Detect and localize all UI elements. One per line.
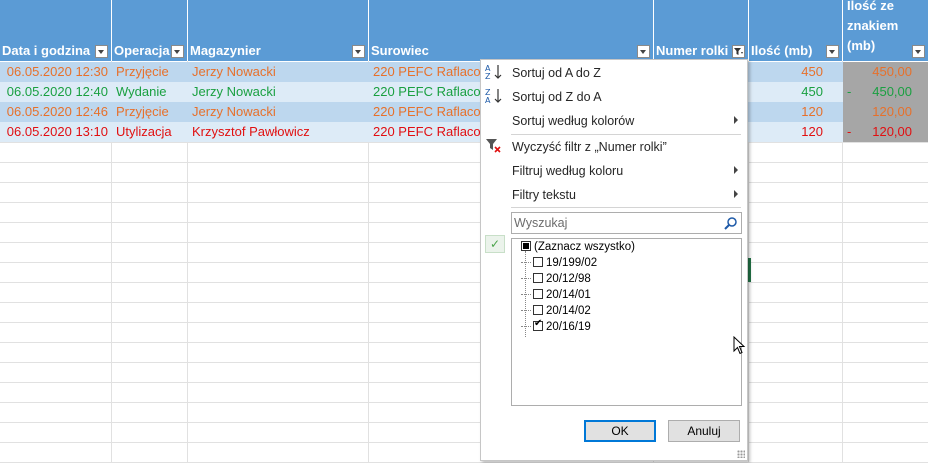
checkbox[interactable] — [521, 241, 531, 251]
cell-signed-quantity[interactable]: 450,00 — [843, 62, 916, 82]
cancel-button[interactable]: Anuluj — [668, 420, 740, 442]
cell-date[interactable]: 06.05.2020 13:10 — [0, 122, 112, 142]
cell-material[interactable]: 220 PEFC Raflacoa — [369, 62, 481, 82]
table-row[interactable]: 06.05.2020 12:30 Przyjęcie Jerzy Nowacki… — [0, 62, 928, 82]
menu-separator — [511, 207, 741, 208]
column-header-date: Data i godzina — [0, 0, 112, 61]
checkbox[interactable] — [533, 318, 543, 331]
column-header-material: Surowiec — [369, 0, 654, 61]
column-header-roll-number: Numer rolki — [654, 0, 749, 61]
filter-value-list[interactable]: (Zaznacz wszystko) 19/199/02 20/12/98 20… — [511, 238, 742, 406]
checkbox[interactable] — [533, 273, 543, 283]
list-item[interactable]: 20/12/98 — [521, 273, 591, 289]
submenu-arrow-icon — [734, 166, 738, 174]
column-header-quantity: Ilość (mb) — [749, 0, 843, 61]
list-item[interactable]: 20/14/01 — [521, 289, 591, 305]
menu-filter-by-color[interactable]: Filtruj według koloru — [512, 164, 623, 178]
ok-button[interactable]: OK — [584, 420, 656, 442]
list-item-label: 20/16/19 — [546, 321, 591, 333]
column-header-signed-quantity: Ilość ze znakiem (mb) — [843, 0, 928, 61]
search-placeholder: Wyszukaj — [514, 216, 568, 230]
sort-ascending-icon: AZ — [485, 63, 503, 81]
cell-operation[interactable]: Przyjęcie — [112, 62, 188, 82]
column-header-warehouseman: Magazynier — [188, 0, 369, 61]
worksheet-grid[interactable]: Data i godzina Operacja Magazynier Surow… — [0, 0, 928, 463]
autofilter-menu: AZ Sortuj od A do Z ZA Sortuj od Z do A … — [480, 59, 748, 461]
header-label: Operacja — [114, 43, 170, 58]
cell-material[interactable]: 220 PEFC Raflacoa — [369, 82, 481, 102]
cell-date[interactable]: 06.05.2020 12:46 — [0, 102, 112, 122]
list-item[interactable]: 19/199/02 — [521, 257, 597, 273]
cell-signed-quantity[interactable]: 450,00 — [843, 82, 916, 102]
table-row[interactable]: 06.05.2020 12:40 Wydanie Jerzy Nowacki 2… — [0, 82, 928, 102]
svg-text:A: A — [485, 96, 491, 105]
menu-text-filters[interactable]: Filtry tekstu — [512, 188, 576, 202]
cell-quantity[interactable]: 450 — [749, 62, 827, 82]
checkbox[interactable] — [533, 305, 543, 315]
sort-descending-icon: ZA — [485, 87, 503, 105]
filter-dropdown-button[interactable] — [95, 45, 108, 58]
menu-sort-za[interactable]: Sortuj od Z do A — [512, 90, 602, 104]
menu-clear-filter[interactable]: Wyczyść filtr z „Numer rolki” — [512, 140, 667, 154]
submenu-arrow-icon — [734, 116, 738, 124]
submenu-arrow-icon — [734, 190, 738, 198]
table-row[interactable]: 06.05.2020 12:46 Przyjęcie Jerzy Nowacki… — [0, 102, 928, 122]
filter-dropdown-button[interactable] — [912, 45, 925, 58]
list-item-label: 20/14/01 — [546, 289, 591, 301]
cell-signed-quantity[interactable]: 120,00 — [843, 122, 916, 142]
list-item[interactable]: 20/14/02 — [521, 305, 591, 321]
search-icon — [724, 217, 737, 230]
cell-operation[interactable]: Utylizacja — [112, 122, 188, 142]
header-label: Magazynier — [190, 43, 261, 58]
filter-dropdown-button[interactable] — [826, 45, 839, 58]
cell-operation[interactable]: Wydanie — [112, 82, 188, 102]
list-item-label: 20/14/02 — [546, 305, 591, 317]
svg-text:Z: Z — [485, 72, 491, 81]
menu-separator — [511, 134, 741, 135]
list-item-select-all[interactable]: (Zaznacz wszystko) — [521, 241, 635, 257]
header-label: Data i godzina — [2, 43, 91, 58]
cell-quantity[interactable]: 120 — [749, 122, 827, 142]
cell-user[interactable]: Krzysztof Pawłowicz — [188, 122, 369, 142]
cell-user[interactable]: Jerzy Nowacki — [188, 62, 369, 82]
cell-operation[interactable]: Przyjęcie — [112, 102, 188, 122]
cell-date[interactable]: 06.05.2020 12:30 — [0, 62, 112, 82]
cell-quantity[interactable]: 450 — [749, 82, 827, 102]
filter-dropdown-button[interactable] — [637, 45, 650, 58]
cell-user[interactable]: Jerzy Nowacki — [188, 82, 369, 102]
filter-search-input[interactable]: Wyszukaj — [511, 212, 742, 234]
header-label: Ilość ze znakiem (mb) — [847, 0, 899, 53]
cell-signed-quantity[interactable]: 120,00 — [843, 102, 916, 122]
resize-grip-icon[interactable] — [737, 450, 745, 458]
list-item[interactable]: 20/16/19 — [521, 318, 591, 337]
cell-date[interactable]: 06.05.2020 12:40 — [0, 82, 112, 102]
checkmark-icon: ✓ — [485, 235, 505, 253]
list-item-label: (Zaznacz wszystko) — [534, 241, 635, 253]
filter-dropdown-button[interactable] — [352, 45, 365, 58]
cell-user[interactable]: Jerzy Nowacki — [188, 102, 369, 122]
header-label: Ilość (mb) — [751, 43, 813, 58]
header-label: Numer rolki — [656, 43, 729, 58]
menu-sort-az[interactable]: Sortuj od A do Z — [512, 66, 601, 80]
list-item-label: 20/12/98 — [546, 273, 591, 285]
filter-active-button[interactable] — [732, 45, 745, 58]
mouse-cursor-icon — [733, 336, 746, 355]
checkbox[interactable] — [533, 289, 543, 299]
funnel-icon — [734, 48, 743, 55]
table-row[interactable]: 06.05.2020 13:10 Utylizacja Krzysztof Pa… — [0, 122, 928, 142]
checkbox[interactable] — [533, 257, 543, 267]
list-item-label: 19/199/02 — [546, 257, 598, 269]
cell-quantity[interactable]: 120 — [749, 102, 827, 122]
clear-filter-icon — [485, 137, 503, 155]
filter-dropdown-button[interactable] — [171, 45, 184, 58]
cell-material[interactable]: 220 PEFC Raflacoa — [369, 102, 481, 122]
menu-sort-by-color[interactable]: Sortuj według kolorów — [512, 114, 634, 128]
cell-material[interactable]: 220 PEFC Raflacoa — [369, 122, 481, 142]
column-header-operation: Operacja — [112, 0, 188, 61]
header-label: Surowiec — [371, 43, 429, 58]
